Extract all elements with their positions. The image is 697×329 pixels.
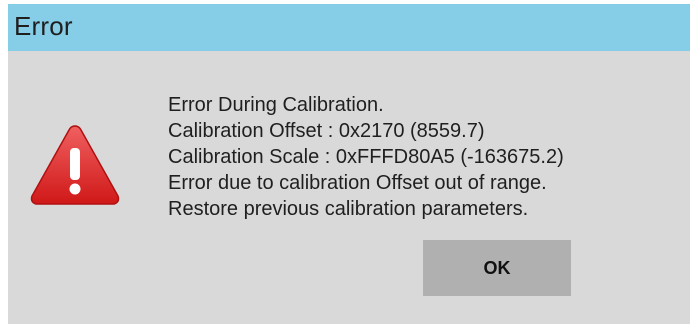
message-line: Error due to calibration Offset out of r…: [168, 172, 547, 194]
message-line: Restore previous calibration parameters.: [168, 198, 529, 220]
title-bar: Error: [8, 4, 690, 51]
message-line: Calibration Offset : 0x2170 (8559.7): [168, 120, 485, 142]
dialog-title: Error: [14, 11, 73, 41]
error-dialog: Error Error During Calibration. Calibrat…: [8, 4, 690, 324]
warning-icon: [30, 125, 120, 205]
error-message: Error During Calibration. Calibration Of…: [168, 92, 564, 222]
ok-button[interactable]: OK: [423, 240, 571, 296]
message-line: Calibration Scale : 0xFFFD80A5 (-163675.…: [168, 146, 564, 168]
message-line: Error During Calibration.: [168, 94, 384, 116]
